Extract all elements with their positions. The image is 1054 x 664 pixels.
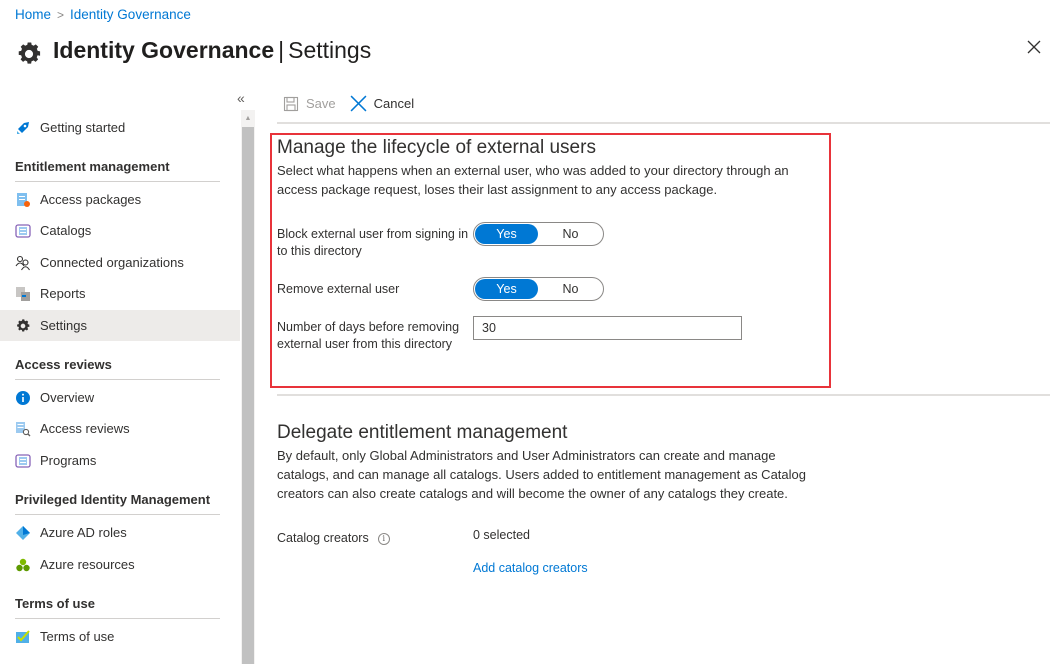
- close-icon[interactable]: [1026, 39, 1042, 55]
- toggle-option-no[interactable]: No: [539, 224, 602, 244]
- add-catalog-creators-link[interactable]: Add catalog creators: [473, 560, 588, 577]
- remove-external-user-label: Remove external user: [277, 282, 400, 296]
- sidebar-item-label: Access packages: [40, 192, 142, 207]
- sidebar-item-label: Terms of use: [40, 629, 115, 644]
- breadcrumb-home[interactable]: Home: [15, 7, 51, 22]
- scroll-up-arrow-icon[interactable]: ▲: [241, 110, 255, 126]
- description-line: By default, only Global Administrators a…: [277, 448, 776, 463]
- sidebar-item-label: Access reviews: [40, 421, 130, 436]
- save-label: Save: [306, 96, 336, 111]
- toggle-option-yes[interactable]: Yes: [475, 224, 538, 244]
- lifecycle-section-description: Select what happens when an external use…: [277, 161, 789, 199]
- rocket-icon: [15, 120, 31, 136]
- collapse-sidebar-button[interactable]: «: [237, 90, 245, 106]
- sidebar-section-privileged-identity-management: Privileged Identity Management: [15, 492, 220, 515]
- description-line: Select what happens when an external use…: [277, 163, 789, 178]
- command-bar: Save Cancel: [283, 95, 414, 112]
- sidebar-item-azure-resources[interactable]: Azure resources: [0, 549, 240, 580]
- sidebar-item-label: Azure AD roles: [40, 525, 127, 540]
- description-line: access package request, loses their last…: [277, 182, 718, 197]
- label-line: external user from this directory: [277, 337, 453, 351]
- label-line: Block external user from signing in: [277, 227, 469, 241]
- sidebar-item-label: Reports: [40, 286, 86, 301]
- azure-ad-icon: [15, 525, 31, 541]
- sidebar-item-label: Programs: [40, 453, 97, 468]
- toggle-option-yes[interactable]: Yes: [475, 279, 538, 299]
- toggle-option-no[interactable]: No: [539, 279, 602, 299]
- save-button[interactable]: Save: [283, 96, 336, 112]
- page-header: Identity Governance | Settings: [15, 32, 371, 68]
- sidebar-section-entitlement-management: Entitlement management: [15, 159, 220, 182]
- label-line: to this directory: [277, 244, 362, 258]
- remove-external-user-toggle[interactable]: Yes No: [473, 277, 604, 301]
- catalog-creators-text: Catalog creators: [277, 531, 369, 545]
- access-package-icon: [15, 192, 31, 208]
- breadcrumb-separator: >: [57, 7, 65, 22]
- gear-icon: [15, 318, 31, 334]
- label-line: Number of days before removing: [277, 320, 460, 334]
- page-title-sub: Settings: [288, 36, 372, 63]
- page-title: Identity Governance | Settings: [53, 37, 371, 64]
- sidebar-item-access-reviews[interactable]: Access reviews: [0, 413, 240, 444]
- page-title-divider: |: [278, 36, 285, 63]
- cancel-button[interactable]: Cancel: [350, 95, 414, 112]
- page-title-main: Identity Governance: [53, 36, 275, 63]
- sidebar-item-settings[interactable]: Settings: [0, 310, 240, 341]
- sidebar-item-reports[interactable]: Reports: [0, 278, 240, 309]
- sidebar-item-terms-of-use[interactable]: Terms of use: [0, 621, 240, 652]
- sidebar-item-programs[interactable]: Programs: [0, 445, 240, 476]
- sidebar-item-label: Getting started: [40, 120, 126, 135]
- cancel-label: Cancel: [373, 96, 415, 111]
- days-before-removing-label: Number of days before removing external …: [277, 319, 459, 353]
- breadcrumb-identity-governance[interactable]: Identity Governance: [70, 7, 191, 22]
- description-line: catalogs, and can manage all catalogs. U…: [277, 467, 806, 482]
- access-review-icon: [15, 421, 31, 437]
- people-icon: [15, 255, 31, 271]
- gear-icon: [18, 42, 41, 64]
- toolbar-divider: [277, 122, 1050, 124]
- programs-icon: [15, 453, 31, 469]
- sidebar-item-getting-started[interactable]: Getting started: [0, 112, 240, 143]
- delegate-section-title: Delegate entitlement management: [277, 422, 568, 443]
- sidebar-item-label: Catalogs: [40, 223, 92, 238]
- sidebar-item-label: Settings: [40, 318, 87, 333]
- section-divider: [277, 394, 1050, 396]
- save-icon: [283, 96, 299, 111]
- info-icon: [15, 390, 31, 406]
- sidebar-item-access-packages[interactable]: Access packages: [0, 184, 240, 215]
- sidebar-item-catalogs[interactable]: Catalogs: [0, 215, 240, 246]
- catalog-creators-label: Catalog creators i: [277, 530, 390, 547]
- azure-resources-icon: [15, 557, 31, 573]
- description-line: creators can also create catalogs and wi…: [277, 486, 788, 501]
- breadcrumb: Home > Identity Governance: [15, 7, 191, 22]
- block-external-user-label: Block external user from signing in to t…: [277, 226, 468, 260]
- sidebar-item-overview[interactable]: Overview: [0, 382, 240, 413]
- reports-icon: [15, 286, 31, 302]
- block-external-user-toggle[interactable]: Yes No: [473, 222, 604, 246]
- info-icon[interactable]: i: [377, 532, 390, 545]
- lifecycle-section-title: Manage the lifecycle of external users: [277, 137, 596, 158]
- sidebar-scrollbar[interactable]: ▲: [241, 110, 255, 664]
- sidebar-item-label: Overview: [40, 390, 95, 405]
- catalog-creators-count: 0 selected: [473, 528, 530, 542]
- sidebar-section-access-reviews: Access reviews: [15, 357, 220, 380]
- delegate-section-description: By default, only Global Administrators a…: [277, 446, 806, 503]
- sidebar-item-label: Connected organizations: [40, 255, 184, 270]
- sidebar-item-azure-ad-roles[interactable]: Azure AD roles: [0, 517, 240, 548]
- catalog-icon: [15, 223, 31, 239]
- scrollbar-thumb[interactable]: [242, 127, 254, 664]
- sidebar-item-connected-organizations[interactable]: Connected organizations: [0, 247, 240, 278]
- sidebar-item-label: Azure resources: [40, 557, 135, 572]
- cancel-icon: [350, 95, 367, 112]
- sidebar-section-terms-of-use: Terms of use: [15, 596, 220, 619]
- days-before-removing-input[interactable]: [473, 316, 742, 340]
- terms-icon: [15, 629, 31, 645]
